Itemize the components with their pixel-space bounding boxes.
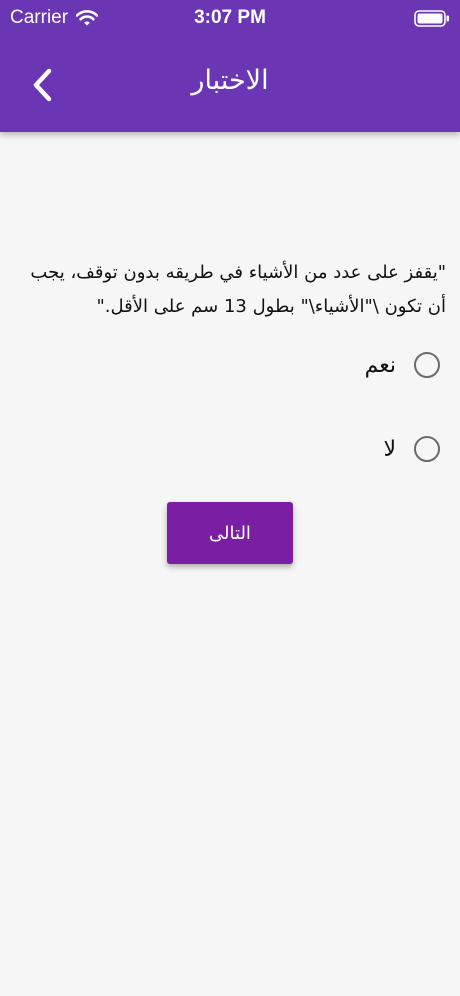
option-no-label: لا (383, 436, 396, 462)
radio-yes[interactable] (414, 352, 440, 378)
option-no[interactable]: لا (180, 427, 440, 471)
status-time: 3:07 PM (194, 7, 266, 28)
page-title: الاختبار (191, 65, 269, 96)
question-text: "يقفز على عدد من الأشياء في طريقه بدون ت… (30, 262, 446, 317)
app-bar: الاختبار (0, 38, 460, 132)
radio-no[interactable] (414, 436, 440, 462)
option-yes[interactable]: نعم (180, 343, 440, 387)
status-bar: Carrier 3:07 PM (0, 0, 460, 38)
header: Carrier 3:07 PM الاختبار (0, 0, 460, 132)
battery-icon (414, 10, 449, 27)
next-button[interactable]: التالى (167, 502, 293, 564)
option-yes-label: نعم (364, 352, 396, 378)
